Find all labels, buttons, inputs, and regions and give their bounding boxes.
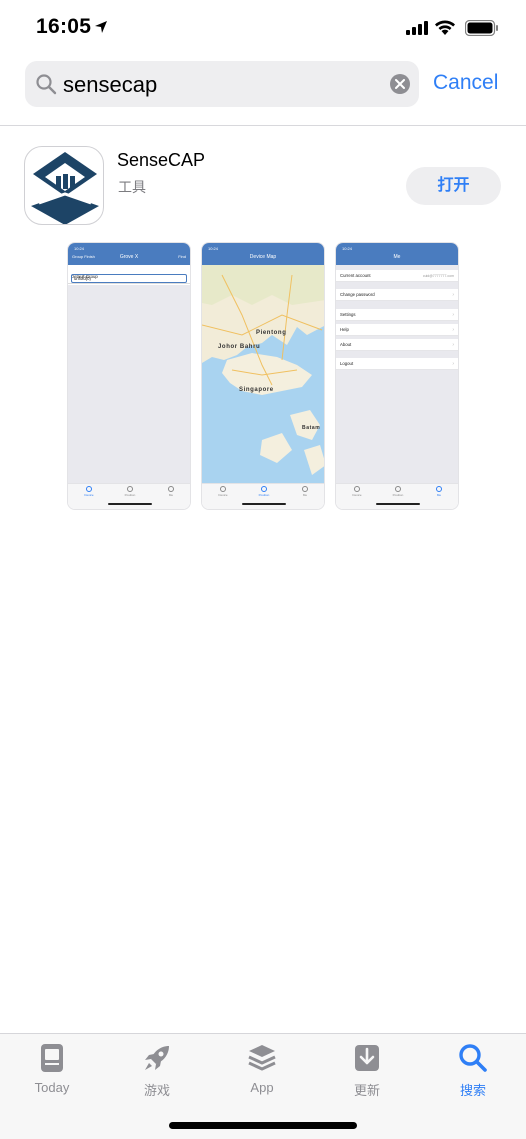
screenshot-header: 10:24 Device Map — [202, 243, 324, 265]
screenshot-list-row: Settings › — [336, 309, 458, 321]
screenshot-title: Me — [393, 254, 401, 260]
screenshot-group-row: Default Group unfold(0) — [68, 270, 190, 284]
screenshot-tab-bar: Device Position Me — [202, 483, 324, 509]
tab-search[interactable]: 搜索 — [438, 1042, 508, 1099]
tab-label: App — [250, 1080, 274, 1095]
map-label: Singapore — [239, 387, 274, 393]
open-button[interactable]: 打开 — [406, 167, 501, 205]
tab-today[interactable]: Today — [17, 1042, 87, 1095]
screenshot-tab: Device — [74, 486, 104, 497]
screenshot-empty-area — [68, 285, 190, 485]
tab-label: 搜索 — [459, 1083, 486, 1098]
screenshot-tab: Me — [424, 486, 454, 497]
cancel-button[interactable]: Cancel — [433, 71, 498, 95]
tab-updates[interactable]: 更新 — [332, 1042, 402, 1099]
screenshot-tab: Device — [208, 486, 238, 497]
today-icon — [41, 1044, 63, 1072]
screenshot-list-row: Change password › — [336, 289, 458, 301]
divider — [0, 125, 526, 126]
sensecap-logo-icon — [31, 152, 99, 224]
app-screenshot-map[interactable]: 10:24 Device Map Pientong Johor Bahru Si… — [201, 242, 325, 510]
screenshot-list-row: Logout › — [336, 358, 458, 370]
search-icon — [36, 74, 57, 95]
clear-search-icon[interactable] — [390, 74, 410, 94]
screenshot-tab: Position — [115, 486, 145, 497]
search-icon — [459, 1044, 487, 1072]
screenshot-tab-bar: Device Position Me — [336, 483, 458, 509]
location-arrow-icon — [95, 21, 107, 33]
search-input[interactable]: sensecap — [63, 72, 157, 98]
app-store-search-page: 16:05 sensecap Cancel SenseCAP 工具 打开 10:… — [0, 0, 526, 1139]
screenshot-list-row: About › — [336, 339, 458, 351]
app-screenshot-device[interactable]: 10:24 Group Finish Grove X Find Default … — [67, 242, 191, 510]
map-label: Johor Bahru — [218, 344, 261, 350]
screenshot-home-indicator — [108, 503, 152, 505]
tab-label: Today — [34, 1080, 70, 1095]
screenshot-header: 10:24 Group Finish Grove X Find — [68, 243, 190, 265]
tab-games[interactable]: 游戏 — [122, 1042, 192, 1099]
screenshot-header: 10:24 Me — [336, 243, 458, 265]
app-category: 工具 — [118, 179, 146, 195]
map-label: Batam — [302, 425, 321, 431]
battery-icon — [465, 20, 498, 36]
cellular-signal-icon — [406, 21, 428, 35]
wifi-icon — [435, 20, 455, 35]
rocket-icon — [145, 1046, 169, 1070]
app-name[interactable]: SenseCAP — [117, 150, 205, 171]
screenshot-map: Pientong Johor Bahru Singapore Batam — [202, 265, 324, 485]
tab-label: 更新 — [353, 1083, 380, 1098]
sensecap-app-icon[interactable] — [24, 146, 104, 225]
screenshot-tab: Me — [156, 486, 186, 497]
screenshot-home-indicator — [242, 503, 286, 505]
screenshot-title: Grove X — [119, 254, 139, 260]
screenshot-list-row: Help › — [336, 324, 458, 336]
screenshot-tab: Position — [383, 486, 413, 497]
apps-stack-icon — [248, 1045, 276, 1071]
app-screenshot-me[interactable]: 10:24 Me Current account cuid@7777777.co… — [335, 242, 459, 510]
screenshot-home-indicator — [376, 503, 420, 505]
screenshot-settings-list: Current account cuid@7777777.com Change … — [336, 265, 458, 485]
screenshot-tab: Position — [249, 486, 279, 497]
status-time: 16:05 — [36, 15, 92, 38]
screenshot-time: 10:24 — [74, 246, 85, 251]
screenshot-list-row: Current account cuid@7777777.com — [336, 270, 458, 282]
tab-apps[interactable]: App — [227, 1042, 297, 1095]
screenshot-time: 10:24 — [342, 246, 353, 251]
screenshot-time: 10:24 — [208, 246, 219, 251]
tab-label: 游戏 — [143, 1083, 170, 1098]
search-field[interactable]: sensecap — [25, 61, 419, 107]
screenshot-tab-bar: Device Position Me — [68, 483, 190, 509]
download-icon — [355, 1045, 379, 1071]
screenshot-tab: Me — [290, 486, 320, 497]
screenshot-unfold-button: unfold(0) — [71, 274, 187, 283]
screenshot-right-action: Find — [178, 254, 186, 259]
status-bar: 16:05 — [0, 0, 526, 56]
home-indicator[interactable] — [169, 1122, 357, 1129]
map-land-shapes — [202, 265, 324, 475]
screenshot-title: Device Map — [249, 254, 277, 260]
map-label: Pientong — [256, 330, 287, 336]
screenshot-tab: Device — [342, 486, 372, 497]
